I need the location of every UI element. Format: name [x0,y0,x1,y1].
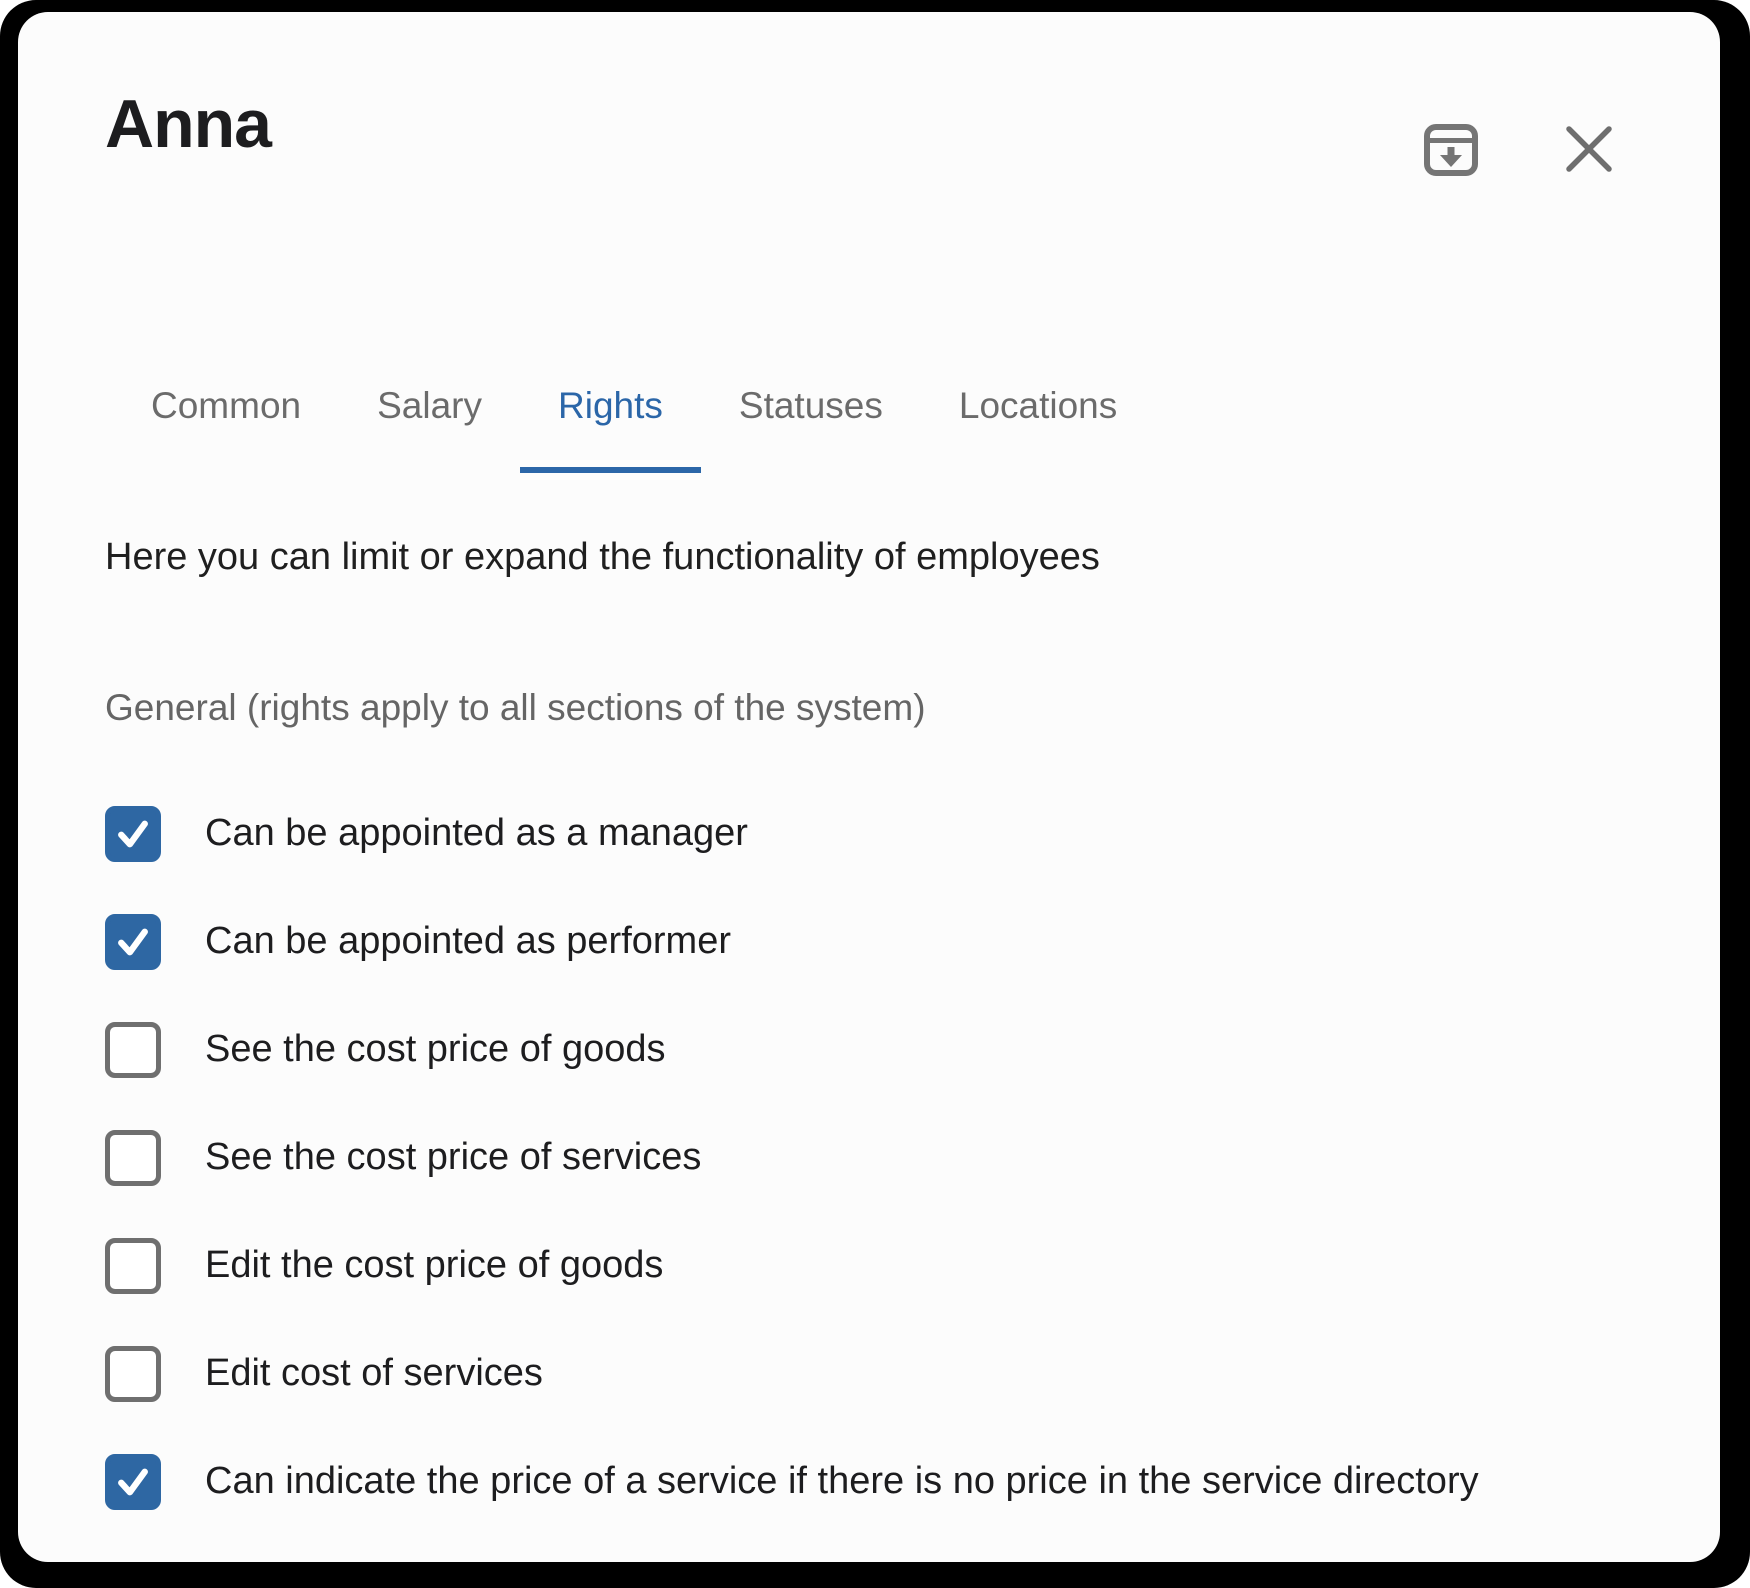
close-button[interactable] [1558,118,1620,180]
tab-salary[interactable]: Salary [339,385,520,473]
checkbox[interactable] [105,914,161,970]
employee-settings-modal: Anna Common Salary Rights Statuses Locat… [18,12,1720,1562]
permission-label[interactable]: Can be appointed as performer [205,920,731,963]
permission-label[interactable]: See the cost price of services [205,1136,701,1179]
checkbox[interactable] [105,806,161,862]
permission-label[interactable]: See the cost price of goods [205,1028,666,1071]
checkbox[interactable] [105,1454,161,1510]
permission-row: Edit the cost price of goods [105,1238,1660,1294]
permission-row: Edit cost of services [105,1346,1660,1402]
permission-label[interactable]: Edit the cost price of goods [205,1244,663,1287]
permission-label[interactable]: Edit cost of services [205,1352,543,1395]
tab-label: Salary [377,385,482,426]
tab-label: Locations [959,385,1117,426]
tab-label: Rights [558,385,663,426]
permission-row: See the cost price of goods [105,1022,1660,1078]
archive-button[interactable] [1420,118,1482,180]
permission-row: Can be appointed as a manager [105,806,1660,862]
checkbox[interactable] [105,1238,161,1294]
checkmark-icon [111,920,155,964]
section-heading: General (rights apply to all sections of… [105,686,1660,730]
checkbox[interactable] [105,1346,161,1402]
permission-row: See the cost price of services [105,1130,1660,1186]
checkbox[interactable] [105,1022,161,1078]
tab-label: Statuses [739,385,883,426]
checkmark-icon [111,1460,155,1504]
tab-rights[interactable]: Rights [520,385,701,473]
tab-statuses[interactable]: Statuses [701,385,921,473]
tab-locations[interactable]: Locations [921,385,1155,473]
rights-description: Here you can limit or expand the functio… [105,535,1660,581]
close-icon [1561,121,1617,177]
checkmark-icon [111,812,155,856]
permission-row: Can be appointed as performer [105,914,1660,970]
archive-icon [1420,118,1482,180]
tab-bar: Common Salary Rights Statuses Locations [113,385,1660,473]
permission-row: Can indicate the price of a service if t… [105,1454,1660,1510]
permissions-list: Can be appointed as a manager Can be app… [105,806,1660,1510]
checkbox[interactable] [105,1130,161,1186]
header-actions [1420,118,1620,180]
tab-label: Common [151,385,301,426]
permission-label[interactable]: Can be appointed as a manager [205,812,748,855]
tab-common[interactable]: Common [113,385,339,473]
permission-label[interactable]: Can indicate the price of a service if t… [205,1460,1479,1503]
